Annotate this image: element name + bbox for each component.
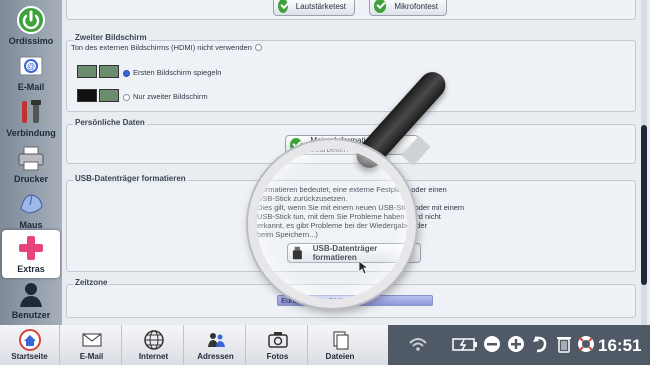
- taskbar-item-label: Fotos: [266, 352, 289, 361]
- volume-test-button[interactable]: Lautstärketest: [273, 0, 355, 16]
- timezone-section: Zeitzone Europe/Berlin GMT+1: [66, 278, 636, 318]
- format-usb-button[interactable]: USB-Datenträger formatieren: [287, 243, 421, 263]
- radio-second[interactable]: [123, 93, 130, 101]
- home-icon: [18, 329, 41, 351]
- sidebar-item-maus[interactable]: Maus: [2, 186, 60, 234]
- option-second[interactable]: Nur zweiter Bildschirm: [123, 92, 208, 101]
- sidebar-item-email[interactable]: @ E-Mail: [2, 48, 60, 96]
- monitor-icon: [77, 65, 97, 78]
- hdmi-checkbox[interactable]: [255, 44, 262, 51]
- monitor-icon: [77, 89, 97, 102]
- sidebar-item-label: E-Mail: [17, 82, 45, 92]
- scrollbar-thumb[interactable]: [641, 125, 647, 285]
- battery-charging-icon[interactable]: [452, 333, 478, 355]
- section-title: Zweiter Bildschirm: [73, 33, 149, 42]
- option-mirror[interactable]: Ersten Bildschirm spiegeln: [123, 68, 221, 77]
- sidebar: Ordissimo @ E-Mail Verbindung Drucker Ma…: [0, 0, 62, 325]
- radio-mirror[interactable]: [123, 69, 130, 77]
- sidebar-item-label: Maus: [19, 220, 43, 230]
- zoom-in-icon[interactable]: [506, 333, 526, 355]
- camera-icon: [267, 332, 288, 348]
- sidebar-item-label: Extras: [17, 264, 45, 274]
- check-icon: [374, 0, 387, 13]
- taskbar-item-startseite[interactable]: Startseite: [0, 325, 60, 365]
- undo-icon[interactable]: [530, 333, 550, 355]
- taskbar-item-label: Dateien: [325, 352, 355, 361]
- option-second-label: Nur zweiter Bildschirm: [133, 92, 208, 101]
- sidebar-item-label: Drucker: [13, 174, 49, 184]
- globe-icon: [143, 330, 164, 350]
- usb-desc-line: Formatieren bedeutet, eine externe Festp…: [257, 185, 447, 194]
- option-mirror-label: Ersten Bildschirm spiegeln: [133, 68, 222, 77]
- section-title: USB-Datenträger formatieren: [73, 174, 188, 183]
- mouse-icon: [20, 194, 43, 214]
- mic-test-label: Mikrofontest: [394, 1, 438, 11]
- sidebar-item-drucker[interactable]: Drucker: [2, 140, 60, 188]
- svg-text:@: @: [27, 62, 35, 71]
- tools-icon: [22, 100, 41, 123]
- audio-section: Lautstärketest Mikrofontest: [66, 0, 636, 20]
- monitor-icon: [99, 65, 119, 78]
- taskbar-item-adressen[interactable]: Adressen: [186, 325, 246, 365]
- zoom-out-icon[interactable]: [482, 333, 502, 355]
- contacts-icon: [207, 333, 225, 347]
- taskbar-item-fotos[interactable]: Fotos: [248, 325, 308, 365]
- sidebar-item-ordissimo[interactable]: Ordissimo: [2, 2, 60, 50]
- timezone-select[interactable]: Europe/Berlin GMT+1: [277, 295, 433, 306]
- sidebar-item-label: Verbindung: [6, 128, 56, 138]
- section-title: Zeitzone: [73, 278, 110, 287]
- trash-icon[interactable]: [554, 333, 574, 355]
- taskbar-item-internet[interactable]: Internet: [124, 325, 184, 365]
- sidebar-item-label: Benutzer: [11, 310, 51, 320]
- envelope-icon: [82, 333, 101, 347]
- second-screen-section: Zweiter Bildschirm Ton des externen Bild…: [66, 33, 636, 112]
- taskbar-item-label: Adressen: [197, 352, 234, 361]
- usb-desc-line: Dies gilt, wenn Sie mit einem neuen USB-…: [257, 203, 465, 212]
- mic-test-button[interactable]: Mikrofontest: [369, 0, 447, 16]
- printer-icon: [18, 146, 44, 171]
- usb-stick-icon: [292, 246, 302, 260]
- check-icon: [290, 138, 303, 152]
- check-icon: [278, 0, 288, 13]
- files-icon: [333, 331, 349, 350]
- sidebar-item-extras[interactable]: Extras: [2, 230, 60, 278]
- help-lifebuoy-icon[interactable]: [576, 333, 596, 355]
- taskbar-item-label: Startseite: [11, 352, 48, 361]
- mouse-cursor-icon: [359, 261, 369, 275]
- usb-desc-line: USB-Stick zurückzusetzen.: [257, 194, 348, 203]
- wifi-icon[interactable]: [408, 333, 428, 355]
- clock: 16:51: [598, 336, 642, 355]
- sidebar-item-label: Ordissimo: [8, 36, 54, 46]
- usb-desc-line: erkannt, es gibt Probleme bei der Wieder…: [257, 221, 428, 230]
- sidebar-item-benutzer[interactable]: Benutzer: [2, 276, 60, 324]
- section-title: Persönliche Daten: [73, 118, 147, 127]
- plus-icon: [19, 236, 43, 260]
- sidebar-item-verbindung[interactable]: Verbindung: [2, 94, 60, 142]
- monitor-icon: [99, 89, 119, 102]
- taskbar-item-label: E-Mail: [79, 352, 104, 361]
- taskbar-item-email[interactable]: E-Mail: [62, 325, 122, 365]
- taskbar-item-label: Internet: [138, 352, 169, 361]
- taskbar-item-dateien[interactable]: Dateien: [310, 325, 370, 365]
- power-icon: [17, 6, 45, 34]
- email-icon: @: [19, 56, 43, 76]
- usb-desc-line: beim Speichern...): [257, 230, 318, 239]
- settings-panel: Lautstärketest Mikrofontest Zweiter Bild…: [62, 0, 650, 325]
- usb-format-section: USB-Datenträger formatieren Formatieren …: [66, 174, 636, 275]
- personal-data-section: Persönliche Daten Meine Informationen be…: [66, 118, 636, 164]
- hdmi-label: Ton des externen Bildschirms (HDMI) nich…: [71, 43, 252, 52]
- user-icon: [20, 283, 42, 307]
- format-usb-label: USB-Datenträger formatieren: [312, 244, 378, 262]
- volume-test-label: Lautstärketest: [295, 1, 346, 11]
- usb-desc-line: USB-Stick tun, mit dem Sie Probleme habe…: [257, 212, 441, 221]
